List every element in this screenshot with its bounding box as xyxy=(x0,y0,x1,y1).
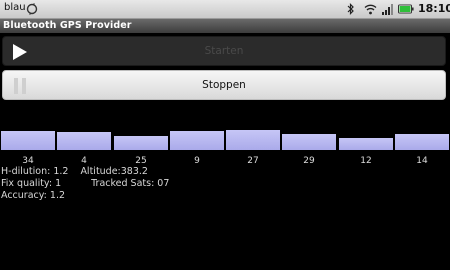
app-title: Bluetooth GPS Provider xyxy=(3,20,132,31)
fix-quality-value: Fix quality: 1 xyxy=(1,178,62,189)
start-button[interactable]: Starten xyxy=(2,36,446,66)
satellite-column: 27 xyxy=(226,128,281,166)
satellite-id-label: 27 xyxy=(247,156,259,166)
satellite-signal-bar xyxy=(395,134,449,150)
satellite-column: 34 xyxy=(1,128,56,166)
status-bar: blau 18:10 xyxy=(0,0,450,19)
satellite-signal-bar xyxy=(114,136,168,150)
satellite-signal-bar xyxy=(226,130,280,150)
satellite-signal-bars: 34 4 25 9 27 29 12 14 xyxy=(0,128,450,166)
satellite-id-label: 25 xyxy=(135,156,147,166)
satellite-id-label: 29 xyxy=(303,156,315,166)
satellite-column: 9 xyxy=(170,128,225,166)
info-row-dilution: H-dilution: 1.2 Altitude:383.2 xyxy=(1,166,148,177)
satellite-signal-bar xyxy=(339,138,393,150)
accuracy-value: Accuracy: 1.2 xyxy=(1,190,66,201)
satellite-id-label: 12 xyxy=(360,156,372,166)
tracked-sats-value: Tracked Sats: 07 xyxy=(91,178,170,189)
satellite-column: 25 xyxy=(114,128,169,166)
satellite-signal-bar xyxy=(170,131,224,150)
signal-icon xyxy=(382,4,393,15)
hdop-value: H-dilution: 1.2 xyxy=(1,166,69,177)
satellite-signal-bar xyxy=(1,131,55,150)
wifi-icon xyxy=(364,4,377,15)
satellite-column: 12 xyxy=(339,128,394,166)
stop-button[interactable]: Stoppen xyxy=(2,70,446,100)
clock: 18:10 xyxy=(418,2,450,15)
stop-button-label: Stoppen xyxy=(202,79,246,91)
altitude-value: Altitude:383.2 xyxy=(80,166,148,177)
satellite-id-label: 4 xyxy=(81,156,87,166)
battery-icon xyxy=(398,4,414,14)
satellite-id-label: 9 xyxy=(194,156,200,166)
info-row-fix: Fix quality: 1 Tracked Sats: 07 xyxy=(1,178,169,189)
bluetooth-icon xyxy=(347,3,354,15)
satellite-column: 14 xyxy=(395,128,450,166)
satellite-signal-bar xyxy=(57,132,111,150)
title-bar: Bluetooth GPS Provider xyxy=(0,19,450,33)
satellite-id-label: 14 xyxy=(416,156,428,166)
satellite-signal-bar xyxy=(282,134,336,150)
satellite-column: 4 xyxy=(57,128,112,166)
sync-icon xyxy=(26,3,38,15)
screen: blau 18:10 Bluetooth GPS Provider Starte… xyxy=(0,0,450,270)
satellite-id-label: 34 xyxy=(22,156,34,166)
info-row-accuracy: Accuracy: 1.2 xyxy=(1,190,65,201)
satellite-column: 29 xyxy=(282,128,337,166)
carrier-name: blau xyxy=(4,2,26,13)
start-button-label: Starten xyxy=(204,45,244,57)
